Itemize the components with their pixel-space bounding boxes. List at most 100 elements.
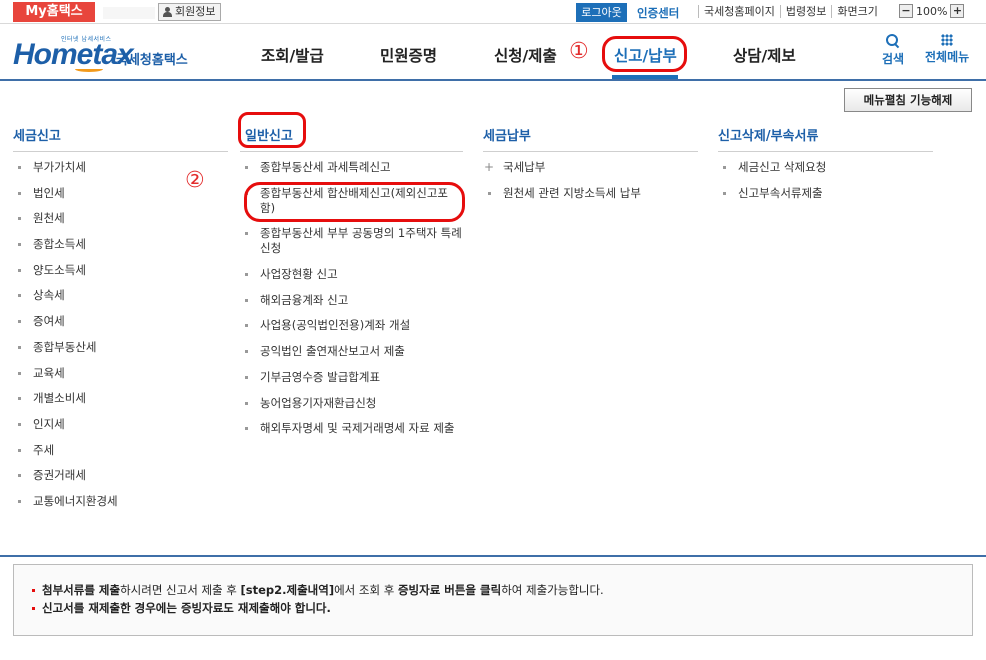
screen-size-label: 화면크기 xyxy=(831,5,882,18)
notice-line-1: 첨부서류를 제출하시려면 신고서 제출 후 [step2.제출내역]에서 조회 … xyxy=(32,581,972,599)
menu-item[interactable]: 신고부속서류제출 xyxy=(718,186,933,201)
notice-box: 첨부서류를 제출하시려면 신고서 제출 후 [step2.제출내역]에서 조회 … xyxy=(13,564,973,636)
utility-links: 국세청홈페이지 법령정보 화면크기 xyxy=(698,5,883,18)
bullet-icon xyxy=(488,191,491,195)
menu-item[interactable]: 원천세 관련 지방소득세 납부 xyxy=(483,186,698,201)
cert-center-link[interactable]: 인증센터 xyxy=(637,5,679,21)
menu-column-tax-payment: 세금납부 + 국세납부 원천세 관련 지방소득세 납부 xyxy=(483,122,698,211)
nts-homepage-link[interactable]: 국세청홈페이지 xyxy=(698,5,780,18)
my-hometax-button[interactable]: My홈택스 xyxy=(13,2,95,22)
law-info-link[interactable]: 법령정보 xyxy=(779,5,831,18)
menu-item[interactable]: 해외금융계좌 신고 xyxy=(240,293,463,308)
all-menu[interactable]: 전체메뉴 xyxy=(925,34,969,65)
menu-item[interactable]: 인지세 xyxy=(13,417,228,432)
menu-column-report-delete: 신고삭제/부속서류 세금신고 삭제요청 신고부속서류제출 xyxy=(718,122,933,211)
logo-arc-icon xyxy=(75,66,103,72)
nav-inquiry-issue[interactable]: 조회/발급 xyxy=(261,44,324,66)
search-icon xyxy=(886,34,900,48)
annotation-oval-exclusion-report xyxy=(244,182,465,222)
menu-item[interactable]: 종합소득세 xyxy=(13,237,228,252)
nav-civil-certificate[interactable]: 민원증명 xyxy=(380,44,437,66)
bullet-icon xyxy=(18,345,21,349)
active-nav-underline xyxy=(612,75,678,79)
bullet-icon xyxy=(245,401,248,405)
menu-item[interactable]: 사업용(공익법인전용)계좌 개설 xyxy=(240,318,463,333)
logout-button[interactable]: 로그아웃 xyxy=(576,3,627,22)
bullet-icon xyxy=(18,243,21,247)
menu-item[interactable]: 해외투자명세 및 국제거래명세 자료 제출 xyxy=(240,421,463,436)
bullet-icon xyxy=(245,324,248,328)
menu-item[interactable]: 종합부동산세 xyxy=(13,340,228,355)
menu-item[interactable]: 종합부동산세 부부 공동명의 1주택자 특례 신청 xyxy=(240,226,463,256)
menu-item[interactable]: 농어업용기자재환급신청 xyxy=(240,396,463,411)
menu-item[interactable]: 개별소비세 xyxy=(13,391,228,406)
annotation-two: ② xyxy=(185,168,205,193)
bullet-icon xyxy=(18,217,21,221)
person-icon xyxy=(163,7,172,17)
bullet-icon xyxy=(18,397,21,401)
member-info-button[interactable]: 회원정보 xyxy=(158,3,222,21)
bullet-icon xyxy=(18,499,21,503)
bullet-icon xyxy=(18,422,21,426)
search-label: 검색 xyxy=(882,52,905,66)
annotation-one: ① xyxy=(569,39,589,64)
zoom-in-button[interactable]: + xyxy=(950,4,965,18)
menu-item[interactable]: 교통에너지환경세 xyxy=(13,494,228,509)
menu-item[interactable]: 증권거래세 xyxy=(13,468,228,483)
member-info-label: 회원정보 xyxy=(175,5,216,18)
bullet-icon xyxy=(18,474,21,478)
bullet-icon xyxy=(245,375,248,379)
all-menu-label: 전체메뉴 xyxy=(925,50,970,64)
bullet-icon xyxy=(18,320,21,324)
bullet-icon xyxy=(245,273,248,277)
menu-item[interactable]: 사업장현황 신고 xyxy=(240,267,463,282)
search-menu[interactable]: 검색 xyxy=(882,34,904,67)
logo-korean: 국세청홈택스 xyxy=(116,53,188,68)
bullet-icon xyxy=(245,298,248,302)
menu-item[interactable]: 주세 xyxy=(13,443,228,458)
nav-apply-submit[interactable]: 신청/제출 xyxy=(494,44,557,66)
user-name-placeholder xyxy=(103,7,155,19)
bullet-icon xyxy=(18,371,21,375)
notice-line-2: 신고서를 재제출한 경우에는 증빙자료도 재제출해야 합니다. xyxy=(32,599,972,617)
nav-consult-report[interactable]: 상담/제보 xyxy=(733,44,796,66)
zoom-control: − 100% + xyxy=(899,4,965,18)
menu-item[interactable]: 양도소득세 xyxy=(13,263,228,278)
zoom-out-button[interactable]: − xyxy=(899,4,913,18)
plus-icon: + xyxy=(484,160,495,174)
column-title: 세금납부 xyxy=(483,122,698,152)
main-header: 인터넷 납세서비스 Hometax 국세청홈택스 조회/발급 민원증명 신청/제… xyxy=(0,24,986,81)
menu-list: 부가가치세 법인세 원천세 종합소득세 양도소득세 상속세 증여세 종합부동산세… xyxy=(13,160,228,509)
menu-column-general-report: 일반신고 종합부동산세 과세특례신고 종합부동산세 합산배제신고(제외신고포함)… xyxy=(240,122,463,447)
menu-item[interactable]: 증여세 xyxy=(13,314,228,329)
grid-menu-icon xyxy=(941,34,954,46)
bullet-icon xyxy=(723,166,726,169)
menu-item[interactable]: 교육세 xyxy=(13,366,228,381)
annotation-oval-general-report xyxy=(238,112,306,148)
column-title: 신고삭제/부속서류 xyxy=(718,122,933,152)
bullet-icon xyxy=(245,350,248,354)
menu-item[interactable]: 세금신고 삭제요청 xyxy=(718,160,933,175)
menu-item[interactable]: 원천세 xyxy=(13,211,228,226)
zoom-value: 100% xyxy=(916,4,948,18)
top-utility-bar: My홈택스 회원정보 로그아웃 인증센터 국세청홈페이지 법령정보 화면크기 −… xyxy=(0,0,986,24)
column-title: 세금신고 xyxy=(13,122,228,152)
menu-list: + 국세납부 원천세 관련 지방소득세 납부 xyxy=(483,160,698,201)
bullet-icon xyxy=(245,232,248,236)
menu-fold-toggle-button[interactable]: 메뉴펼침 기능해제 xyxy=(844,88,972,112)
bullet-icon xyxy=(245,427,248,431)
menu-item[interactable]: 기부금영수증 발급합계표 xyxy=(240,370,463,385)
menu-item[interactable]: 공익법인 출연재산보고서 제출 xyxy=(240,344,463,359)
logo-wordmark: Hometax xyxy=(13,38,134,71)
bullet-icon xyxy=(18,166,21,169)
section-divider xyxy=(0,555,986,557)
menu-list: 세금신고 삭제요청 신고부속서류제출 xyxy=(718,160,933,201)
bullet-icon xyxy=(18,294,21,298)
menu-item[interactable]: 종합부동산세 과세특례신고 xyxy=(240,160,463,175)
menu-item[interactable]: + 국세납부 xyxy=(483,160,698,175)
menu-item[interactable]: 상속세 xyxy=(13,288,228,303)
bullet-icon xyxy=(245,166,248,169)
bullet-icon xyxy=(723,191,726,195)
bullet-icon xyxy=(18,448,21,452)
hometax-logo[interactable]: 인터넷 납세서비스 Hometax 국세청홈택스 xyxy=(13,34,203,76)
